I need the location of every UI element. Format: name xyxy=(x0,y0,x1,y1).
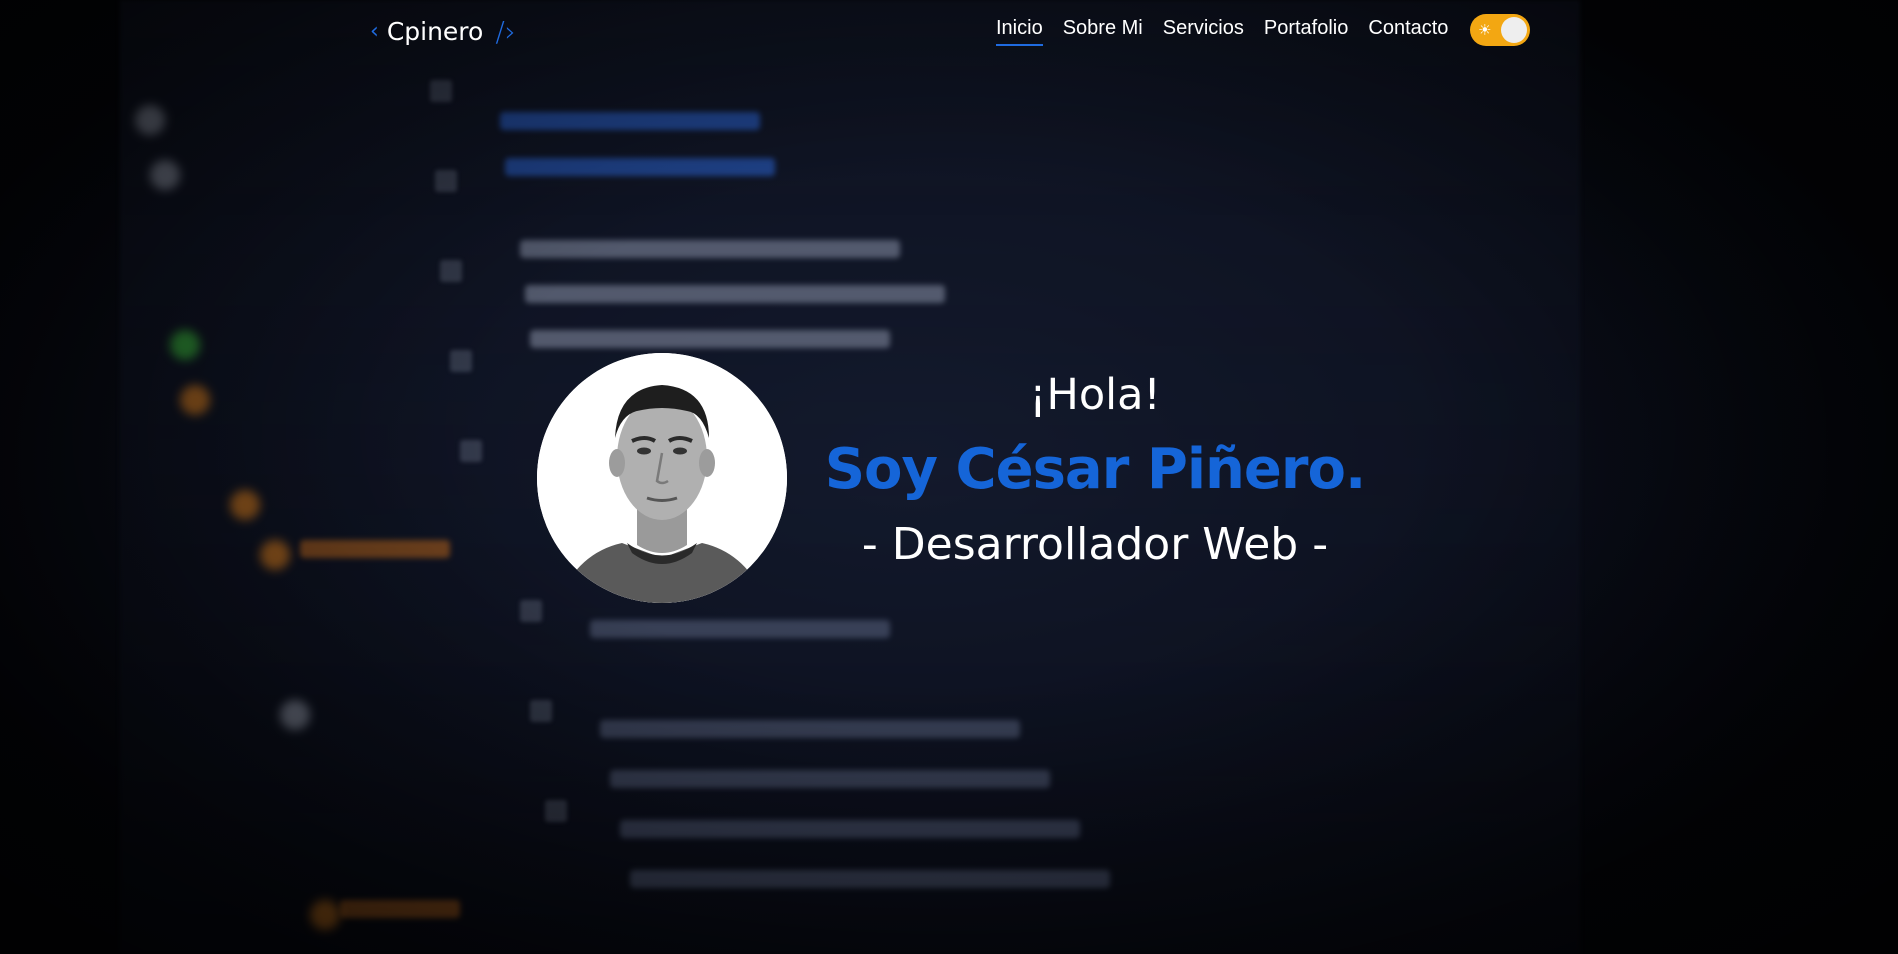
nav-item-sobre-mi[interactable]: Sobre Mi xyxy=(1063,17,1143,46)
toggle-knob xyxy=(1501,17,1527,43)
profile-photo xyxy=(537,353,787,603)
nav-item-portafolio[interactable]: Portafolio xyxy=(1264,17,1349,46)
theme-toggle[interactable]: ☀ xyxy=(1470,14,1530,46)
hero-name: Soy César Piñero. xyxy=(824,437,1367,502)
navbar: ‹ Cpinero /› Inicio Sobre Mi Servicios P… xyxy=(0,0,1898,62)
chevron-right-slash-icon: /› xyxy=(495,14,516,48)
nav-item-inicio[interactable]: Inicio xyxy=(996,17,1043,46)
hero-intro: ¡Hola! Soy César Piñero. - Desarrollador… xyxy=(800,360,1390,580)
profile-avatar xyxy=(537,353,787,603)
nav-item-contacto[interactable]: Contacto xyxy=(1368,17,1448,46)
chevron-left-icon: ‹ xyxy=(370,18,379,44)
sun-icon: ☀ xyxy=(1478,21,1492,39)
brand-name: Cpinero xyxy=(386,16,484,46)
hero-role: - Desarrollador Web - xyxy=(861,519,1329,570)
brand-logo[interactable]: ‹ Cpinero /› xyxy=(370,13,516,49)
nav-menu: Inicio Sobre Mi Servicios Portafolio Con… xyxy=(996,17,1448,46)
nav-item-servicios[interactable]: Servicios xyxy=(1163,17,1244,46)
hero-greeting: ¡Hola! xyxy=(1029,370,1161,420)
